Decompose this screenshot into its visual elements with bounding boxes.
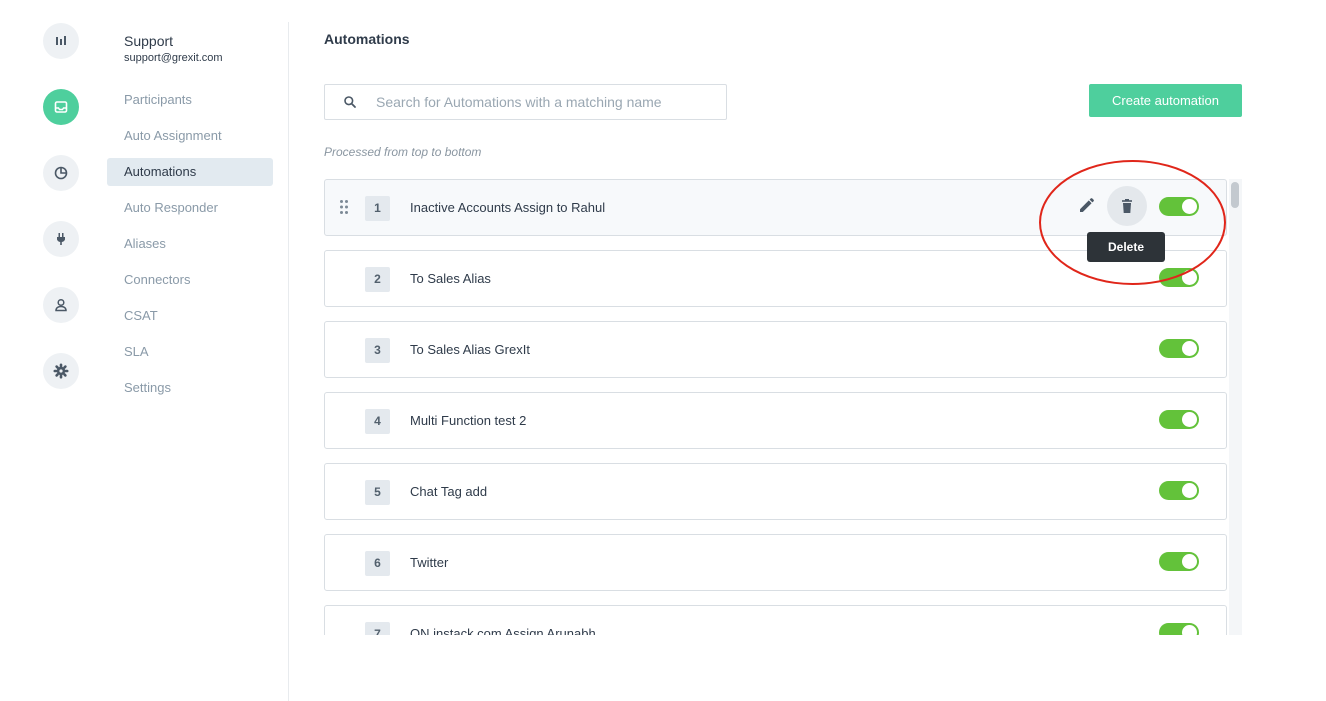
inbox-nav-button[interactable]	[43, 89, 79, 125]
subnav-item-connectors[interactable]: Connectors	[107, 266, 273, 294]
automation-order-number: 2	[365, 267, 390, 292]
gear-icon	[53, 363, 69, 379]
enable-toggle[interactable]	[1159, 339, 1199, 358]
automation-name: Multi Function test 2	[410, 413, 527, 428]
toggle-knob	[1182, 483, 1197, 498]
enable-toggle[interactable]	[1159, 481, 1199, 500]
toggle-knob	[1182, 625, 1197, 635]
toggle-knob	[1182, 199, 1197, 214]
automation-name: Chat Tag add	[410, 484, 488, 499]
settings-nav-button[interactable]	[43, 353, 79, 389]
enable-toggle[interactable]	[1159, 552, 1199, 571]
toggle-knob	[1182, 341, 1197, 356]
automation-order-number: 6	[365, 551, 390, 576]
integrations-nav-button[interactable]	[43, 221, 79, 257]
subnav-item-sla[interactable]: SLA	[107, 338, 273, 366]
account-email: support@grexit.com	[124, 52, 223, 64]
edit-button[interactable]	[1075, 195, 1097, 217]
page-title: Automations	[324, 31, 410, 47]
user-icon	[55, 298, 67, 312]
inbox-icon	[54, 101, 68, 113]
reports-nav-button[interactable]	[43, 155, 79, 191]
automation-order-number: 1	[365, 196, 390, 221]
automation-row[interactable]: 7 ON instack.com Assign Arunabh	[324, 605, 1227, 635]
search-box	[324, 84, 727, 120]
settings-subnav: Support support@grexit.com Participants …	[107, 0, 288, 701]
analytics-nav-button[interactable]	[43, 23, 79, 59]
search-input[interactable]	[374, 93, 708, 111]
plug-icon	[57, 233, 65, 245]
search-icon	[343, 95, 357, 109]
automation-row[interactable]: 6 Twitter	[324, 534, 1227, 591]
automation-name: ON instack.com Assign Arunabh	[410, 626, 596, 635]
list-scrollbar-thumb[interactable]	[1231, 182, 1239, 208]
automation-name: Twitter	[410, 555, 449, 570]
delete-tooltip: Delete	[1087, 232, 1165, 262]
subnav-item-auto-responder[interactable]: Auto Responder	[107, 194, 273, 222]
bar-chart-icon	[56, 36, 66, 45]
toggle-knob	[1182, 270, 1197, 285]
pie-chart-icon	[54, 166, 68, 180]
profile-nav-button[interactable]	[43, 287, 79, 323]
drag-handle-icon[interactable]	[339, 199, 349, 215]
enable-toggle[interactable]	[1159, 197, 1199, 216]
delete-button[interactable]	[1107, 186, 1147, 226]
automation-order-number: 4	[365, 409, 390, 434]
processing-order-hint: Processed from top to bottom	[324, 145, 482, 159]
automation-name: Inactive Accounts Assign to Rahul	[410, 200, 606, 215]
toggle-knob	[1182, 554, 1197, 569]
subnav-item-automations[interactable]: Automations	[107, 158, 273, 186]
subnav-item-auto-assignment[interactable]: Auto Assignment	[107, 122, 273, 150]
automation-row[interactable]: 3 To Sales Alias GrexIt	[324, 321, 1227, 378]
automation-order-number: 5	[365, 480, 390, 505]
subnav-item-participants[interactable]: Participants	[107, 86, 273, 114]
toggle-knob	[1182, 412, 1197, 427]
subnav-item-settings[interactable]: Settings	[107, 374, 273, 402]
automation-order-number: 7	[365, 622, 390, 635]
trash-icon	[1122, 199, 1132, 213]
automation-row[interactable]: 1 Inactive Accounts Assign to Rahul	[324, 179, 1227, 236]
automation-name: To Sales Alias	[410, 271, 491, 286]
icon-rail	[0, 0, 100, 701]
enable-toggle[interactable]	[1159, 410, 1199, 429]
automation-row[interactable]: 5 Chat Tag add	[324, 463, 1227, 520]
panel-divider	[288, 22, 289, 701]
enable-toggle[interactable]	[1159, 268, 1199, 287]
account-name: Support	[124, 33, 174, 49]
enable-toggle[interactable]	[1159, 623, 1199, 635]
list-scrollbar[interactable]	[1229, 179, 1242, 635]
automation-row[interactable]: 4 Multi Function test 2	[324, 392, 1227, 449]
subnav-item-aliases[interactable]: Aliases	[107, 230, 273, 258]
pencil-icon	[1080, 198, 1094, 212]
automation-name: To Sales Alias GrexIt	[410, 342, 530, 357]
subnav-item-csat[interactable]: CSAT	[107, 302, 273, 330]
automation-order-number: 3	[365, 338, 390, 363]
create-automation-button[interactable]: Create automation	[1089, 84, 1242, 117]
